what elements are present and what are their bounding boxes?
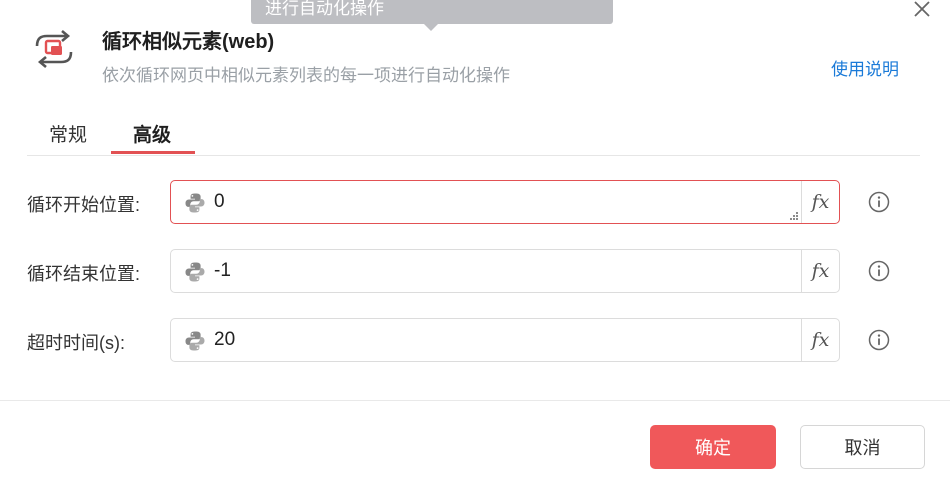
info-icon[interactable] <box>868 191 890 213</box>
loop-end-field[interactable]: -1 fx <box>170 249 840 293</box>
info-icon[interactable] <box>868 260 890 282</box>
page-subtitle: 依次循环网页中相似元素列表的每一项进行自动化操作 <box>102 66 510 85</box>
timeout-field[interactable]: 20 fx <box>170 318 840 362</box>
footer-divider <box>0 400 950 401</box>
timeout-value: 20 <box>214 329 236 350</box>
close-icon <box>914 1 930 17</box>
fx-button[interactable]: fx <box>801 181 839 223</box>
loop-start-label: 循环开始位置: <box>27 195 141 215</box>
loop-start-value: 0 <box>214 191 225 212</box>
help-link[interactable]: 使用说明 <box>831 55 899 80</box>
loop-elements-icon <box>31 28 77 70</box>
close-button[interactable] <box>910 0 934 21</box>
python-icon <box>185 331 205 351</box>
info-icon[interactable] <box>868 329 890 351</box>
page-title: 循环相似元素(web) <box>102 31 275 53</box>
tooltip: 进行自动化操作 <box>251 0 613 24</box>
fx-button[interactable]: fx <box>801 250 839 292</box>
resize-grip-icon[interactable] <box>789 211 799 221</box>
timeout-label: 超时时间(s): <box>27 333 125 353</box>
cancel-button[interactable]: 取消 <box>800 425 925 469</box>
tooltip-arrow <box>424 24 438 31</box>
loop-end-value: -1 <box>214 260 231 281</box>
python-icon <box>185 262 205 282</box>
loop-start-field[interactable]: 0 fx <box>170 180 840 224</box>
python-icon <box>185 193 205 213</box>
tab-regular[interactable]: 常规 <box>49 120 87 147</box>
active-tab-indicator <box>111 151 195 154</box>
loop-end-label: 循环结束位置: <box>27 264 141 284</box>
tab-advanced[interactable]: 高级 <box>133 120 171 147</box>
fx-button[interactable]: fx <box>801 319 839 361</box>
confirm-button[interactable]: 确定 <box>650 425 776 469</box>
tooltip-text: 进行自动化操作 <box>265 0 384 18</box>
tab-bar: 常规 高级 <box>27 110 920 156</box>
